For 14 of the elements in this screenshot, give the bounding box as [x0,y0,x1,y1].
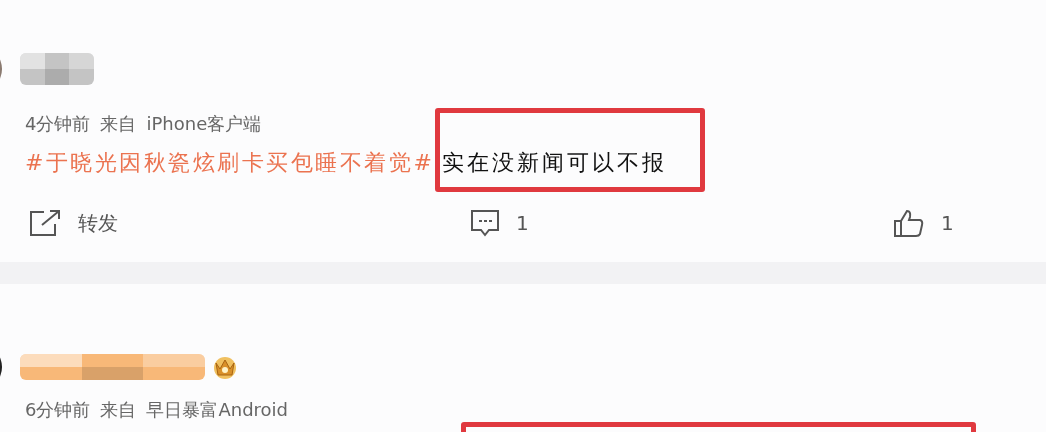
source-label: 来自 [100,398,137,422]
repost-button[interactable]: 转发 [78,209,118,237]
crown-badge-icon [211,354,239,380]
comment-count[interactable]: 1 [516,211,529,235]
post-text: 实在没新闻可以不报 [442,150,668,175]
source-link[interactable]: 早日暴富Android [146,398,289,422]
thumbs-up-icon[interactable] [893,208,925,238]
post-time: 6分钟前 [25,398,91,422]
comment-icon[interactable] [470,209,500,237]
source-link[interactable]: iPhone客户端 [146,112,262,136]
post-time: 4分钟前 [25,112,91,136]
source-label: 来自 [100,112,137,136]
like-count[interactable]: 1 [941,211,954,235]
share-icon[interactable] [28,208,62,238]
